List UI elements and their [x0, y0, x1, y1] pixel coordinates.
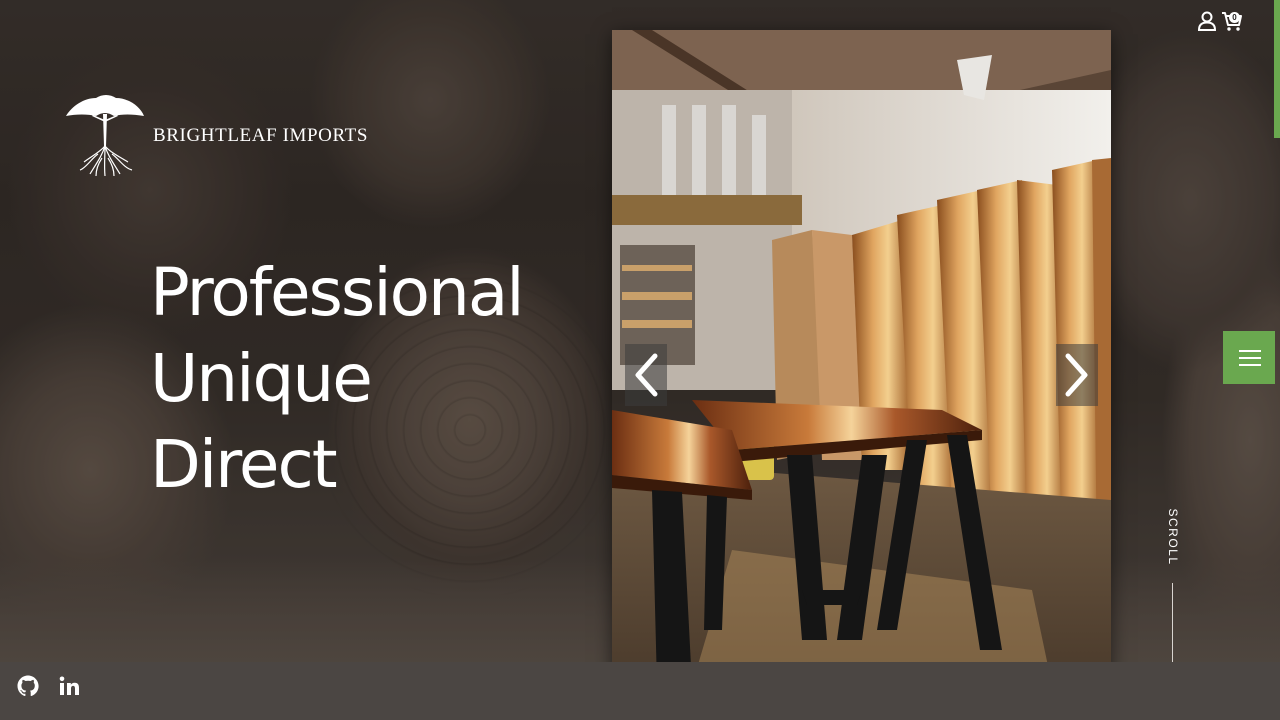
scroll-progress-indicator: [1274, 0, 1280, 138]
linkedin-icon[interactable]: [57, 674, 81, 698]
footer-bar: [0, 662, 1280, 720]
scroll-label[interactable]: SCROLL: [1166, 507, 1180, 567]
chevron-right-icon: [1065, 353, 1088, 397]
hamburger-icon-bar: [1239, 357, 1261, 359]
headline-line-1: Professional: [150, 254, 525, 331]
chevron-left-icon: [635, 353, 658, 397]
headline-line-3: Direct: [150, 426, 338, 503]
menu-button[interactable]: [1223, 331, 1275, 384]
user-icon[interactable]: [1197, 10, 1217, 32]
brand-name[interactable]: BRIGHTLEAF IMPORTS: [153, 125, 368, 147]
slide-photo: [612, 30, 1111, 685]
hero-headline: Professional Unique Direct: [150, 250, 525, 508]
cart-count-badge: 0: [1229, 12, 1240, 23]
github-icon[interactable]: [16, 674, 40, 698]
slide-next-button[interactable]: [1056, 344, 1098, 406]
headline-line-2: Unique: [150, 340, 373, 417]
hamburger-icon: [1239, 350, 1261, 352]
page: BRIGHTLEAF IMPORTS Professional Unique D…: [0, 0, 1280, 720]
slide-prev-button[interactable]: [625, 344, 667, 406]
hamburger-icon-bar: [1239, 364, 1261, 366]
image-slideshow[interactable]: [612, 30, 1111, 685]
tree-logo-icon[interactable]: [62, 92, 148, 178]
